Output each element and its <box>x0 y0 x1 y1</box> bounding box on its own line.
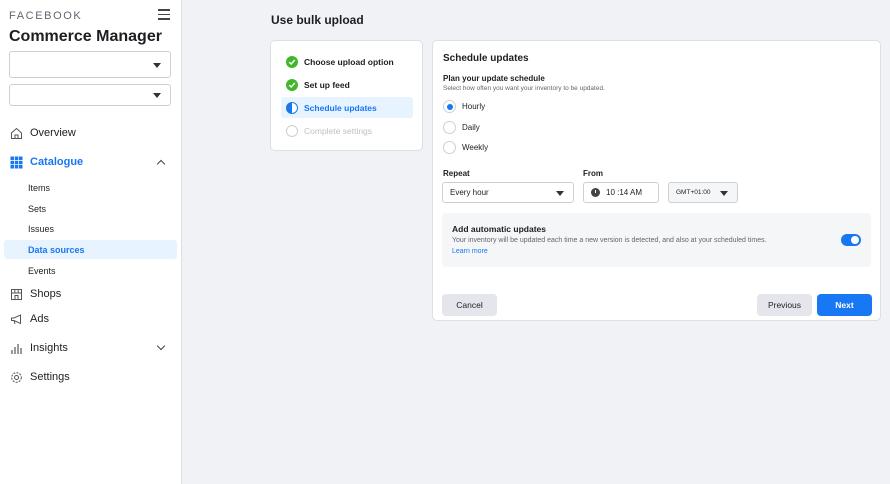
megaphone-icon <box>10 313 23 326</box>
learn-more-link[interactable]: Learn more <box>452 248 488 255</box>
store-icon <box>10 288 23 301</box>
sidebar-item-catalogue[interactable]: Catalogue <box>0 151 182 173</box>
card-title: Schedule updates <box>443 53 529 64</box>
menu-icon[interactable] <box>158 9 170 20</box>
radio-empty-icon <box>443 121 456 134</box>
auto-updates-title: Add automatic updates <box>452 224 546 234</box>
radio-weekly[interactable]: Weekly <box>443 141 488 154</box>
clock-icon <box>591 188 600 197</box>
from-label: From <box>583 169 603 178</box>
half-circle-icon <box>286 101 298 114</box>
auto-updates-toggle[interactable] <box>841 234 861 246</box>
empty-circle-icon <box>286 124 298 137</box>
grid-icon <box>10 156 23 169</box>
business-selector[interactable] <box>9 51 171 78</box>
caret-down-icon <box>556 191 564 196</box>
chevron-up-icon <box>156 159 166 169</box>
catalogue-selector[interactable] <box>9 84 171 106</box>
step-label: Choose upload option <box>304 56 394 67</box>
sidebar-item-label: Overview <box>30 127 76 139</box>
timezone-value: GMT+01:00 <box>676 189 711 196</box>
radio-hourly[interactable]: Hourly <box>443 100 485 113</box>
radio-selected-icon <box>443 100 456 113</box>
check-circle-icon <box>286 78 298 91</box>
next-button[interactable]: Next <box>817 294 872 316</box>
caret-down-icon <box>153 62 161 68</box>
cancel-button[interactable]: Cancel <box>442 294 497 316</box>
app-title: Commerce Manager <box>9 28 162 45</box>
auto-updates-description: Your inventory will be updated each time… <box>452 237 767 244</box>
gear-icon <box>10 371 23 384</box>
sidebar-item-overview[interactable]: Overview <box>0 122 182 144</box>
radio-label: Weekly <box>462 143 489 152</box>
sidebar-item-label: Ads <box>30 313 49 325</box>
page-title: Use bulk upload <box>271 13 364 27</box>
plan-label: Plan your update schedule <box>443 74 545 83</box>
radio-label: Daily <box>462 123 480 132</box>
time-value: 10 :14 AM <box>606 188 643 197</box>
chevron-down-icon <box>156 341 166 351</box>
caret-down-icon <box>153 93 161 98</box>
previous-button[interactable]: Previous <box>757 294 812 316</box>
sidebar-subitem-issues[interactable]: Issues <box>4 219 177 238</box>
timezone-dropdown[interactable]: GMT+01:00 <box>668 182 738 203</box>
sidebar-item-insights[interactable]: Insights <box>0 337 182 359</box>
sidebar-subitem-data-sources[interactable]: Data sources <box>4 240 177 259</box>
caret-down-icon <box>720 191 728 196</box>
steps-card: Choose upload option Set up feed Schedul… <box>270 40 423 151</box>
time-picker[interactable]: 10 :14 AM <box>583 182 659 203</box>
automatic-updates-panel: Add automatic updates Your inventory wil… <box>442 213 871 267</box>
radio-daily[interactable]: Daily <box>443 121 480 134</box>
house-icon <box>10 127 23 140</box>
plan-description: Select how often you want your inventory… <box>443 85 605 92</box>
sidebar-item-label: Catalogue <box>30 156 84 168</box>
repeat-value: Every hour <box>450 188 489 197</box>
check-circle-icon <box>286 55 298 68</box>
sidebar-item-settings[interactable]: Settings <box>0 366 182 388</box>
step-label: Schedule updates <box>304 102 377 113</box>
step-schedule-updates[interactable]: Schedule updates <box>281 97 413 118</box>
bar-chart-icon <box>10 342 23 355</box>
step-choose-upload-option[interactable]: Choose upload option <box>281 51 413 72</box>
sidebar-subitem-sets[interactable]: Sets <box>4 199 177 218</box>
repeat-label: Repeat <box>443 169 470 178</box>
sidebar-item-label: Insights <box>30 342 68 354</box>
step-set-up-feed[interactable]: Set up feed <box>281 74 413 95</box>
sidebar-item-label: Settings <box>30 371 70 383</box>
radio-label: Hourly <box>462 102 486 111</box>
step-label: Complete settings <box>304 125 373 136</box>
brand-wordmark: FACEBOOK <box>9 10 83 22</box>
schedule-updates-card: Schedule updates Plan your update schedu… <box>432 40 881 321</box>
sidebar-subitem-events[interactable]: Events <box>4 261 177 280</box>
sidebar-item-shops[interactable]: Shops <box>0 283 182 305</box>
sidebar-item-label: Shops <box>30 288 62 300</box>
sidebar-subitem-items[interactable]: Items <box>4 178 177 197</box>
sidebar-item-ads[interactable]: Ads <box>0 308 182 330</box>
radio-empty-icon <box>443 141 456 154</box>
step-complete-settings: Complete settings <box>281 120 413 141</box>
step-label: Set up feed <box>304 79 350 90</box>
sidebar: FACEBOOK Commerce Manager Overview Catal… <box>0 0 182 484</box>
repeat-dropdown[interactable]: Every hour <box>442 182 574 203</box>
